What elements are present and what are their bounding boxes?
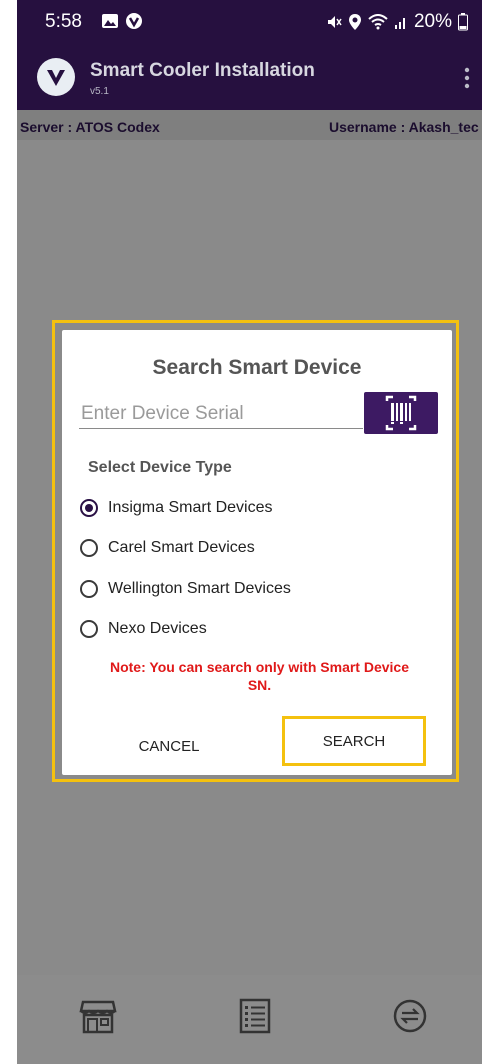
battery-percent: 20% xyxy=(413,11,452,32)
radio-button[interactable] xyxy=(80,580,98,598)
sync-icon[interactable] xyxy=(391,998,429,1034)
location-icon xyxy=(348,14,361,30)
radio-label: Wellington Smart Devices xyxy=(108,580,291,597)
vpn-shield-icon xyxy=(126,13,142,29)
list-icon[interactable] xyxy=(236,998,274,1034)
cancel-button[interactable]: CANCEL xyxy=(114,731,224,761)
radio-button-checked[interactable] xyxy=(80,499,98,517)
battery-icon xyxy=(458,13,468,31)
radio-option-carel[interactable]: Carel Smart Devices xyxy=(80,539,255,557)
search-button[interactable]: SEARCH xyxy=(282,716,426,766)
app-bar: Smart Cooler Installation v5.1 xyxy=(17,46,482,110)
phone-screen: 5:58 20% Smart Cooler Installation v5.1 … xyxy=(17,0,482,1064)
server-label: Server : ATOS Codex xyxy=(20,119,160,135)
radio-button[interactable] xyxy=(80,539,98,557)
radio-option-insigma[interactable]: Insigma Smart Devices xyxy=(80,499,273,517)
radio-button[interactable] xyxy=(80,620,98,638)
more-vert-icon[interactable] xyxy=(464,66,470,90)
status-left-icons xyxy=(101,12,143,30)
info-bar: Server : ATOS Codex Username : Akash_tec xyxy=(17,110,482,140)
note-line-2: SN. xyxy=(247,677,272,693)
radio-label: Nexo Devices xyxy=(108,620,207,637)
store-icon[interactable] xyxy=(79,998,117,1034)
radio-option-nexo[interactable]: Nexo Devices xyxy=(80,620,207,638)
radio-label: Carel Smart Devices xyxy=(108,539,255,556)
screenshot-frame: 5:58 20% Smart Cooler Installation v5.1 … xyxy=(0,0,482,1064)
note-line-1: Note: You can search only with Smart Dev… xyxy=(109,659,410,675)
status-right: 20% xyxy=(326,11,468,33)
status-bar: 5:58 20% xyxy=(17,0,482,46)
search-device-dialog: Search Smart Device Select Device Type I… xyxy=(62,330,452,775)
barcode-scan-button[interactable] xyxy=(364,392,438,434)
bottom-nav xyxy=(17,975,482,1064)
radio-option-wellington[interactable]: Wellington Smart Devices xyxy=(80,580,291,598)
search-note: Note: You can search only with Smart Dev… xyxy=(82,658,437,694)
gallery-icon xyxy=(102,14,118,28)
device-type-label: Select Device Type xyxy=(88,459,232,476)
app-logo xyxy=(37,58,75,96)
radio-label: Insigma Smart Devices xyxy=(108,499,273,516)
status-time: 5:58 xyxy=(45,11,82,32)
username-label: Username : Akash_tec xyxy=(329,119,479,135)
device-serial-input[interactable] xyxy=(79,400,363,429)
wifi-icon xyxy=(368,14,388,30)
barcode-scan-icon xyxy=(385,395,417,431)
dialog-title: Search Smart Device xyxy=(152,356,362,379)
signal-icon xyxy=(394,18,405,29)
app-title: Smart Cooler Installation xyxy=(90,60,315,81)
app-version: v5.1 xyxy=(90,86,109,97)
mute-icon xyxy=(327,16,342,28)
